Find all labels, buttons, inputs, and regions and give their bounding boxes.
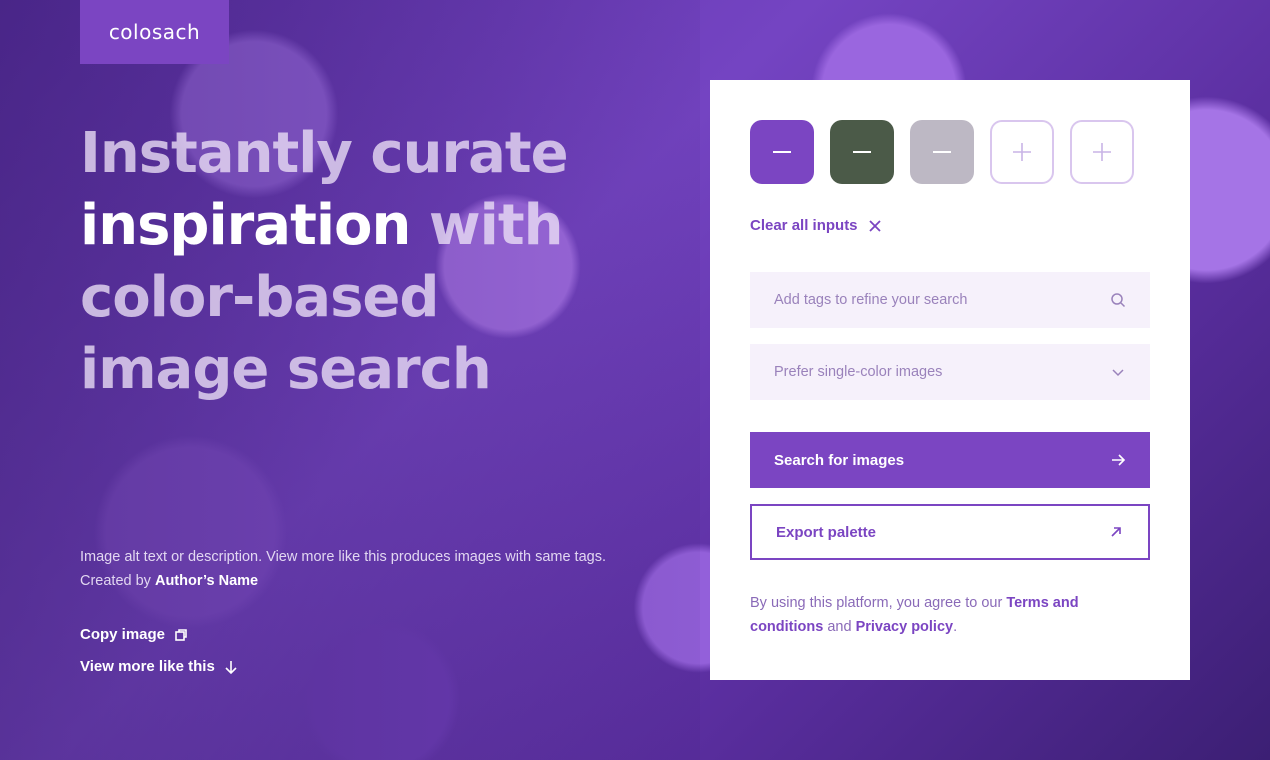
arrow-right-icon [1112,454,1126,466]
arrow-down-icon [225,660,237,674]
terms-notice: By using this platform, you agree to our… [750,591,1150,639]
search-button-label: Search for images [774,451,905,469]
image-caption: Image alt text or description. View more… [80,545,610,593]
tags-input[interactable] [774,292,1074,308]
image-credit: Created by Author’s Name [80,569,610,593]
minus-icon [773,151,791,153]
export-button-label: Export palette [776,523,877,541]
logo-text: colosach [108,20,201,44]
close-icon [868,219,881,232]
copy-image-label: Copy image [80,626,166,643]
view-more-link[interactable]: View more like this [80,658,239,675]
search-panel: Clear all inputs Prefer single-color ima… [710,80,1190,680]
author-name: Author’s Name [154,573,259,589]
chevron-down-icon [1112,369,1124,377]
terms-prefix: By using this platform, you agree to our [750,595,1007,611]
minus-icon [933,151,951,153]
swatch-2[interactable] [830,120,894,184]
preference-selected-value: Prefer single-color images [774,364,943,380]
swatch-3[interactable] [910,120,974,184]
logo[interactable]: colosach [80,0,229,64]
tags-search-field[interactable] [750,272,1150,328]
terms-suffix: . [953,619,958,635]
minus-icon [853,151,871,153]
swatch-1[interactable] [750,120,814,184]
created-by-label: Created by [80,573,151,589]
swatch-add-2[interactable] [1070,120,1134,184]
preference-select[interactable]: Prefer single-color images [750,344,1150,400]
clear-all-button[interactable]: Clear all inputs [750,217,882,234]
copy-icon [175,628,187,641]
headline-part1: Instantly curate [80,121,569,186]
copy-image-link[interactable]: Copy image [80,626,189,643]
clear-all-label: Clear all inputs [750,217,858,234]
image-description: Image alt text or description. View more… [80,549,606,565]
color-swatches [750,120,1134,184]
search-icon[interactable] [1110,292,1126,308]
export-palette-button[interactable]: Export palette [750,504,1150,560]
terms-middle: and [823,619,856,635]
hero-headline: Instantly curate inspiration with color-… [80,118,640,406]
swatch-add-1[interactable] [990,120,1054,184]
search-button[interactable]: Search for images [750,432,1150,488]
headline-strong: inspiration [80,193,411,258]
privacy-link[interactable]: Privacy policy [856,619,954,635]
plus-icon [1013,143,1031,161]
plus-icon [1093,143,1111,161]
view-more-label: View more like this [80,658,215,675]
arrow-up-right-icon [1111,527,1121,537]
